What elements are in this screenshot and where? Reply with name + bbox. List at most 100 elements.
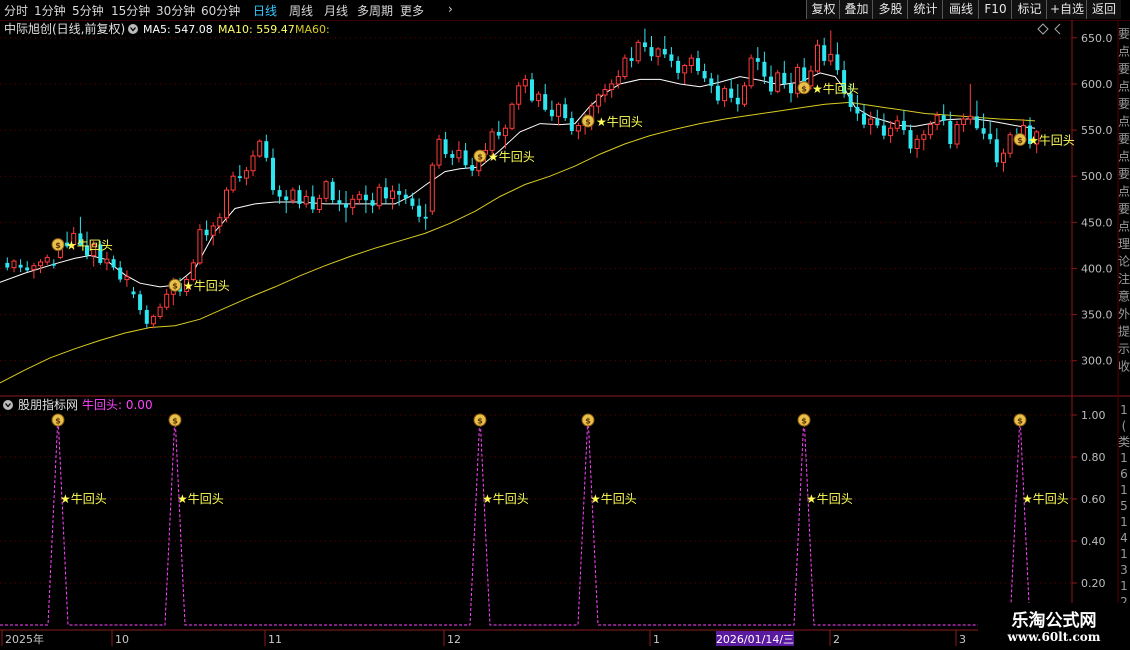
candle-body — [722, 88, 728, 102]
period-tab-1[interactable]: 1分钟 — [34, 2, 66, 19]
stock-chart[interactable]: $ ★牛回头 $ ★牛回头 $ ★牛回头 $ ★牛回头 $ ★牛回头 $ ★牛回头 $ ★牛回头 $ ★牛回… — [0, 20, 1130, 650]
candle-body — [111, 259, 116, 268]
indicator-title[interactable]: 股朋指标网 — [18, 397, 78, 412]
candle-body — [536, 93, 542, 102]
ma60-path — [0, 101, 1036, 384]
price-axis: 650.0 600.0 550.0 500.0 450.0 400.0 350.0 300.0 — [1072, 32, 1113, 368]
strip-char-17: 提 — [1118, 324, 1130, 339]
toolbar-button-0[interactable]: 复权 — [806, 0, 840, 19]
signal-marker-3: $ — [581, 114, 595, 128]
candle-body — [383, 187, 388, 199]
candle — [722, 85, 728, 107]
signal-marker-4: $ — [797, 81, 811, 95]
candle-body — [974, 116, 979, 129]
collapse-icon[interactable] — [128, 24, 138, 34]
candle-body — [914, 138, 920, 150]
toolbar-button-7[interactable]: +自选 — [1046, 0, 1087, 19]
diamond-icon[interactable] — [1037, 23, 1049, 35]
indicator-signal-marker-2: $ — [473, 413, 487, 427]
candle-body — [629, 58, 634, 61]
period-tab-0[interactable]: 分时 — [4, 2, 28, 19]
candle-body — [502, 127, 508, 137]
indicator-spikes: $ ★牛回头 $ ★牛回头 $ ★牛回头 $ ★牛回头 $ ★牛回头 $ ★牛回头 — [0, 413, 1072, 626]
candle-body — [489, 131, 495, 151]
candle-body — [164, 293, 170, 308]
period-tab-6[interactable]: 日线 — [253, 2, 277, 19]
candle — [436, 134, 442, 169]
candle-body — [297, 190, 302, 204]
signal-label-5: ★牛回头 — [1028, 132, 1075, 147]
candle-body — [423, 216, 428, 219]
candle — [742, 82, 747, 107]
candle-body — [994, 139, 999, 163]
candle — [290, 187, 296, 204]
candle-body — [463, 150, 468, 166]
toolbar-button-4[interactable]: 画线 — [942, 0, 979, 19]
candle — [954, 120, 960, 149]
toolbar-button-8[interactable]: 返回 — [1086, 0, 1121, 19]
candle — [310, 185, 315, 214]
candle-body — [595, 94, 601, 107]
time-tick-label-2: 11 — [268, 633, 282, 646]
candle-body — [397, 191, 402, 195]
strip-char-6: 要 — [1118, 132, 1130, 146]
candle — [649, 36, 654, 61]
candle-body — [855, 107, 860, 114]
toolbar-button-3[interactable]: 统计 — [907, 0, 943, 19]
stock-title[interactable]: 中际旭创(日线,前复权) — [4, 21, 125, 36]
expand-left-icon[interactable] — [1054, 23, 1061, 35]
candle — [18, 259, 23, 273]
toolbar-button-1[interactable]: 叠加 — [839, 0, 873, 19]
candle — [762, 51, 767, 84]
candle-body — [337, 200, 342, 204]
strip-char-2: 要 — [1118, 62, 1130, 76]
toolbar-button-6[interactable]: 标记 — [1011, 0, 1047, 19]
candle-body — [417, 205, 422, 217]
indicator-pane-header: 股朋指标网 牛回头: 0.00 — [3, 397, 153, 412]
strip2-char-0: 1 — [1120, 403, 1128, 417]
strip-char-13: 论 — [1118, 255, 1130, 269]
toolbar-button-2[interactable]: 多股 — [872, 0, 908, 19]
candle — [715, 74, 720, 105]
candle-body — [290, 189, 296, 201]
indicator-signal-label-4: ★牛回头 — [806, 491, 853, 506]
candle-body — [190, 262, 196, 280]
candle — [948, 111, 953, 149]
candle — [875, 109, 880, 129]
time-tick-label-3: 12 — [447, 633, 461, 646]
toolbar-button-5[interactable]: F10 — [978, 0, 1012, 19]
candle-body — [894, 120, 900, 129]
candle — [622, 54, 628, 80]
candle — [735, 84, 740, 112]
period-tab-7[interactable]: 周线 — [289, 2, 313, 19]
strip2-char-2: 类 — [1118, 435, 1130, 449]
period-tab-8[interactable]: 月线 — [324, 2, 348, 19]
candle — [417, 198, 422, 223]
candle-body — [344, 203, 348, 208]
period-tab-3[interactable]: 15分钟 — [111, 2, 150, 19]
candle — [629, 47, 634, 68]
strip-char-0: 要 — [1118, 27, 1130, 41]
candle-body — [702, 71, 707, 79]
candle-body — [967, 115, 973, 120]
right-side-strip: 要点要点要点要点要点要点理论注意外提示收1(类16151413121 — [1118, 27, 1130, 625]
money-bag-glyph: $ — [477, 417, 483, 426]
chevron-right-icon[interactable]: › — [448, 2, 453, 16]
price-tick-label-5: 400.0 — [1081, 262, 1113, 275]
period-tab-2[interactable]: 5分钟 — [72, 2, 104, 19]
candle — [330, 178, 335, 204]
candle-body — [609, 83, 615, 90]
strip-char-8: 要 — [1118, 167, 1130, 181]
candle-body — [410, 198, 415, 206]
candle — [822, 37, 827, 66]
period-tab-4[interactable]: 30分钟 — [156, 2, 195, 19]
period-tab-10[interactable]: 更多 — [400, 2, 424, 19]
candle-body — [356, 194, 362, 200]
strip-char-11: 点 — [1118, 220, 1130, 234]
ma5-line — [0, 72, 1036, 288]
period-tab-9[interactable]: 多周期 — [357, 2, 393, 19]
strip-char-14: 注 — [1118, 271, 1130, 286]
collapse-icon[interactable] — [3, 400, 13, 410]
period-tab-5[interactable]: 60分钟 — [201, 2, 240, 19]
candle-body — [250, 155, 256, 172]
